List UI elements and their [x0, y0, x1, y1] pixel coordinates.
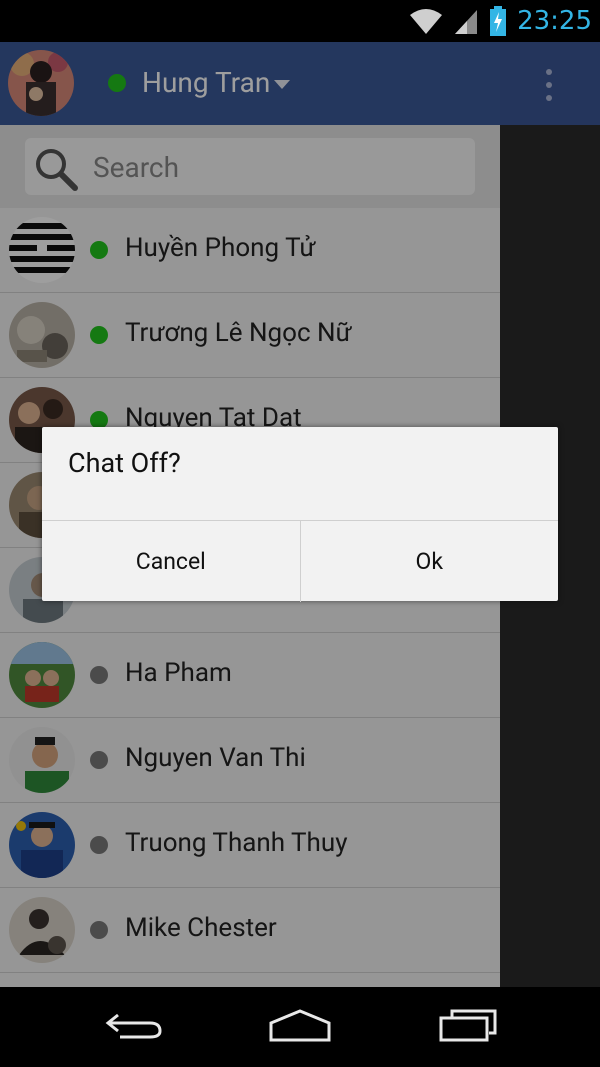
home-icon[interactable]	[268, 1009, 332, 1043]
cancel-button[interactable]: Cancel	[42, 521, 300, 602]
back-icon[interactable]	[104, 1009, 164, 1043]
status-bar: 23:25	[0, 0, 600, 42]
clock: 23:25	[517, 6, 592, 36]
dialog-buttons: Cancel Ok	[42, 520, 558, 602]
wifi-icon	[410, 9, 443, 34]
cell-signal-icon	[455, 10, 478, 34]
status-icons: 23:25	[409, 4, 592, 38]
battery-charging-icon	[490, 6, 507, 36]
overflow-menu-icon[interactable]	[544, 68, 554, 102]
chat-off-dialog: Chat Off? Cancel Ok	[42, 427, 558, 602]
dialog-title: Chat Off?	[68, 447, 181, 479]
ok-button[interactable]: Ok	[299, 521, 559, 602]
recent-apps-icon[interactable]	[438, 1009, 498, 1043]
navigation-bar	[0, 987, 600, 1067]
